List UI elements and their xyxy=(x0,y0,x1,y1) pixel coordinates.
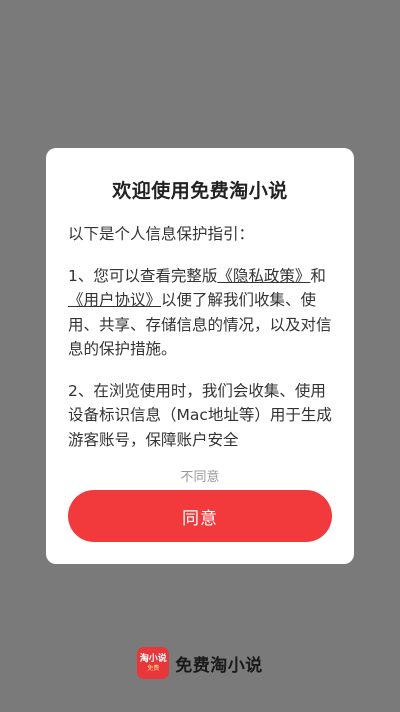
dialog-title: 欢迎使用免费淘小说 xyxy=(112,180,288,202)
para1-and: 和 xyxy=(310,266,326,285)
app-brand: 淘小说 免费 免费淘小说 xyxy=(0,646,400,680)
agree-button[interactable]: 同意 xyxy=(68,490,332,542)
privacy-policy-link[interactable]: 《隐私政策》 xyxy=(217,267,310,285)
paragraph-1: 1、您可以查看完整版《隐私政策》和《用户协议》以便了解我们收集、使用、共享、存储… xyxy=(68,264,336,362)
privacy-dialog: 欢迎使用免费淘小说 以下是个人信息保护指引： 1、您可以查看完整版《隐私政策》和… xyxy=(46,148,354,564)
user-agreement-link[interactable]: 《用户协议》 xyxy=(68,291,161,309)
para1-prefix: 1、您可以查看完整版 xyxy=(68,266,218,285)
disagree-button[interactable]: 不同意 xyxy=(46,466,354,485)
app-logo-icon: 淘小说 免费 xyxy=(137,647,170,679)
app-name: 免费淘小说 xyxy=(175,655,263,676)
intro-text: 以下是个人信息保护指引： xyxy=(68,225,255,243)
paragraph-2: 2、在浏览使用时，我们会收集、使用设备标识信息（Mac地址等）用于生成游客账号，… xyxy=(68,381,332,449)
